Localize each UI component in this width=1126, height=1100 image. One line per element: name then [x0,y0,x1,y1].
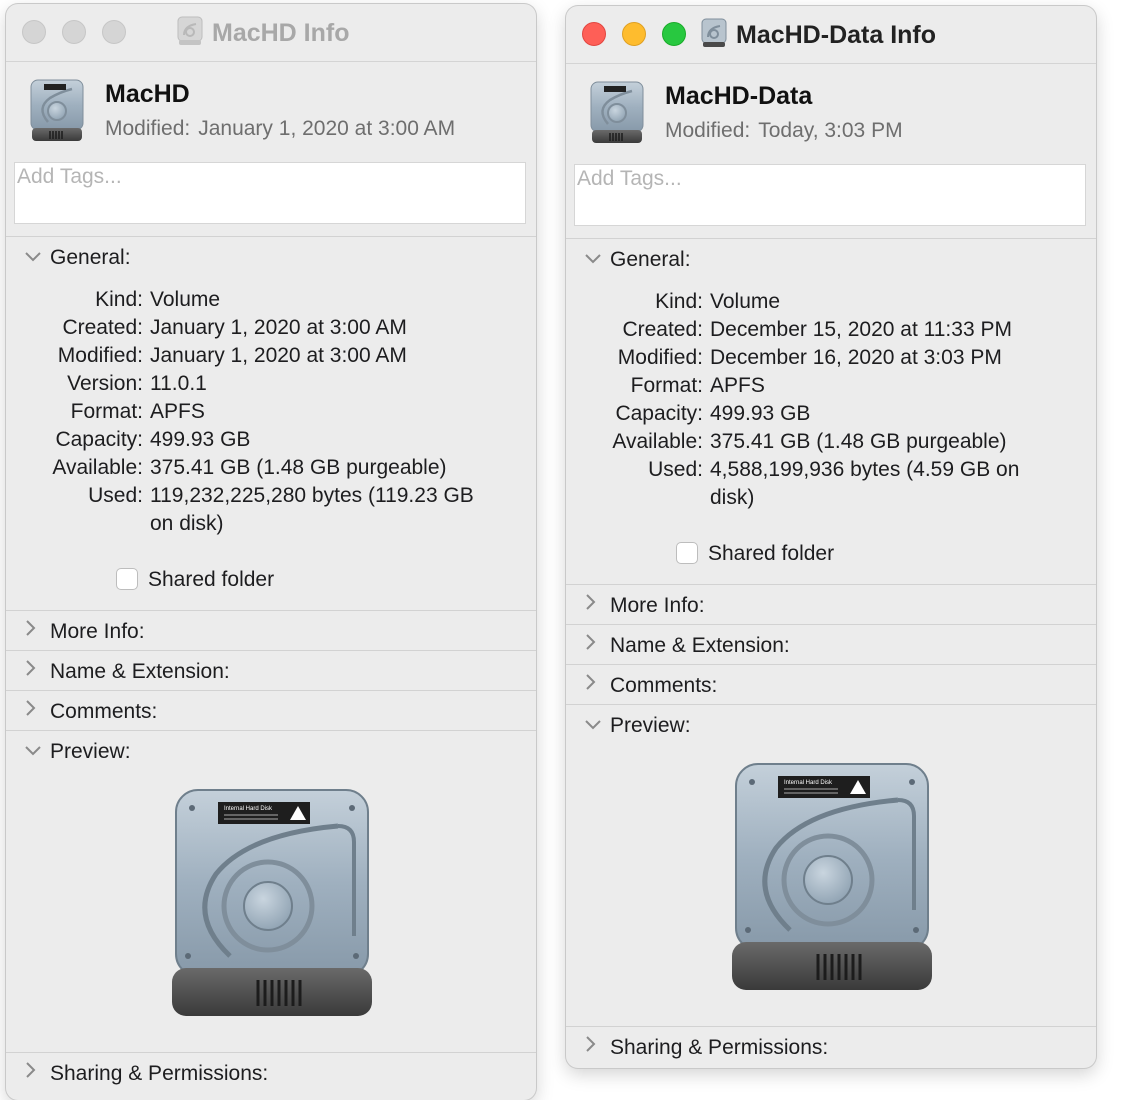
info-row-format: Format: APFS [70,400,205,423]
close-button[interactable] [22,20,46,44]
chevron-right-icon [584,673,610,691]
chevron-down-icon [584,719,610,731]
zoom-button[interactable] [102,20,126,44]
hard-drive-preview-icon: Internal Hard Disk [158,786,386,1027]
chevron-right-icon [24,619,50,637]
chevron-right-icon [24,659,50,677]
minimize-button[interactable] [622,22,646,46]
shared-folder-checkbox[interactable]: Shared folder [676,541,834,567]
shared-folder-checkbox[interactable]: Shared folder [116,567,274,593]
section-sharing-permissions[interactable]: Sharing & Permissions: [24,1061,268,1087]
section-general[interactable]: General: [24,245,131,271]
zoom-button[interactable] [662,22,686,46]
section-comments[interactable]: Comments: [24,699,157,725]
hard-drive-icon [700,18,728,55]
svg-text:Internal Hard Disk: Internal Hard Disk [784,780,833,786]
info-row-modified: Modified: December 16, 2020 at 3:03 PM [617,346,1002,369]
chevron-down-icon [24,745,50,757]
checkbox[interactable] [676,542,698,564]
volume-name: MacHD [105,80,190,108]
svg-text:Internal Hard Disk: Internal Hard Disk [224,806,273,812]
chevron-right-icon [584,593,610,611]
info-window-machd-data: MacHD-Data Info MacHD-Data Modified: Toda… [566,6,1096,1068]
info-row-used: Used: 4,588,199,936 bytes (4.59 GB on dis… [648,458,1020,509]
title-bar[interactable]: MacHD Info [6,4,536,62]
hard-drive-preview-icon: Internal Hard Disk [718,760,946,1001]
info-row-available: Available: 375.41 GB (1.48 GB purgeable) [612,430,1007,453]
chevron-right-icon [584,1035,610,1053]
info-row-created: Created: January 1, 2020 at 3:00 AM [62,316,407,339]
tags-input[interactable] [15,163,499,191]
modified-summary: Modified: Today, 3:03 PM [665,119,903,142]
hard-drive-icon [588,80,646,151]
info-row-format: Format: APFS [630,374,765,397]
section-general[interactable]: General: [584,247,691,273]
info-row-modified: Modified: January 1, 2020 at 3:00 AM [57,344,407,367]
minimize-button[interactable] [62,20,86,44]
section-sharing-permissions[interactable]: Sharing & Permissions: [584,1035,828,1061]
info-row-used: Used: 119,232,225,280 bytes (119.23 GB on… [88,484,474,535]
chevron-right-icon [24,1061,50,1079]
volume-name: MacHD-Data [665,82,813,110]
tags-input[interactable] [575,165,1059,193]
modified-summary: Modified: January 1, 2020 at 3:00 AM [105,117,456,140]
section-preview[interactable]: Preview: [584,713,691,739]
hard-drive-icon [28,78,86,149]
tags-field[interactable] [574,164,1086,226]
window-title: MacHD Info [176,16,350,53]
tags-field[interactable] [14,162,526,224]
general-info: Kind: Volume Created: January 1, 2020 at 3… [6,286,536,538]
window-title: MacHD-Data Info [700,18,936,55]
section-more-info[interactable]: More Info: [584,593,705,619]
section-name-extension[interactable]: Name & Extension: [584,633,790,659]
checkbox[interactable] [116,568,138,590]
section-more-info[interactable]: More Info: [24,619,145,645]
info-row-version: Version: 11.0.1 [67,372,207,395]
info-row-available: Available: 375.41 GB (1.48 GB purgeable) [52,456,447,479]
title-bar[interactable]: MacHD-Data Info [566,6,1096,64]
info-window-machd: MacHD Info MacHD Modified: January 1, 202… [6,4,536,1100]
hard-drive-icon [176,16,204,53]
info-row-created: Created: December 15, 2020 at 11:33 PM [622,318,1012,341]
chevron-down-icon [584,253,610,265]
general-info: Kind: Volume Created: December 15, 2020 at… [566,288,1096,512]
section-preview[interactable]: Preview: [24,739,131,765]
info-row-capacity: Capacity: 499.93 GB [55,428,251,451]
chevron-right-icon [24,699,50,717]
section-comments[interactable]: Comments: [584,673,717,699]
info-row-kind: Kind: Volume [655,290,781,313]
info-row-kind: Kind: Volume [95,288,221,311]
section-name-extension[interactable]: Name & Extension: [24,659,230,685]
close-button[interactable] [582,22,606,46]
info-row-capacity: Capacity: 499.93 GB [615,402,811,425]
chevron-down-icon [24,251,50,263]
chevron-right-icon [584,633,610,651]
